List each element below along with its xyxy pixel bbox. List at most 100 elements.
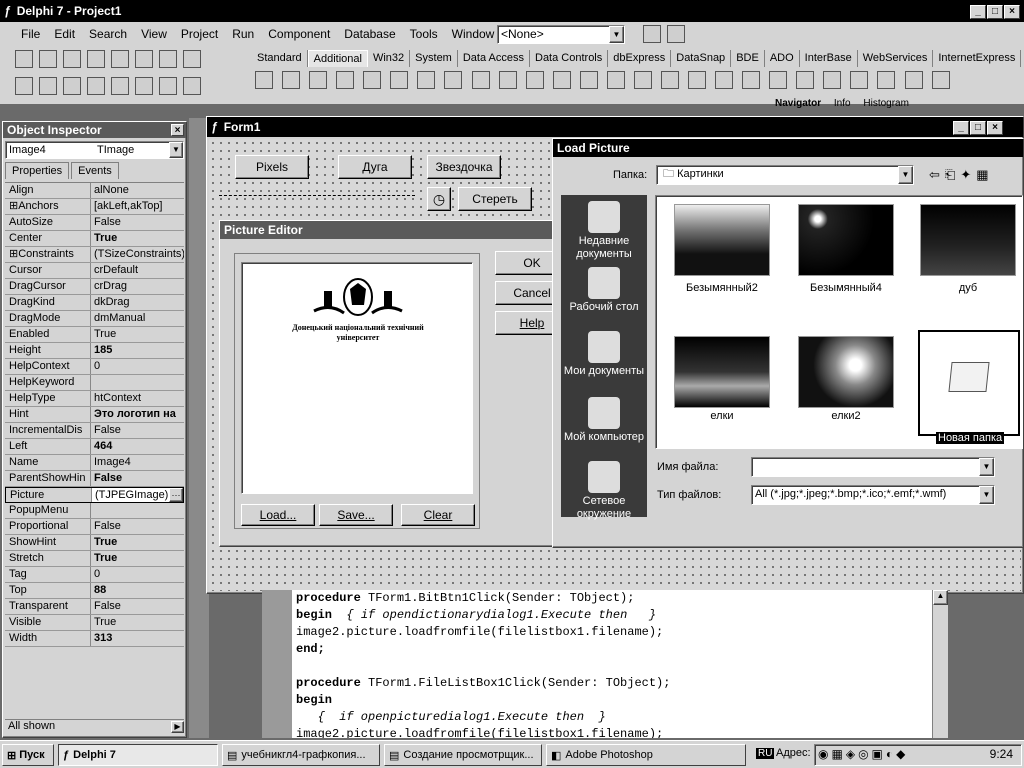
palette-tab[interactable]: Standard bbox=[252, 50, 308, 67]
property-row[interactable]: DragKind dkDrag bbox=[5, 295, 184, 311]
property-row[interactable]: Cursor crDefault bbox=[5, 263, 184, 279]
property-value[interactable]: crDrag bbox=[91, 279, 184, 294]
valuelisteditor-icon[interactable] bbox=[660, 71, 679, 89]
twilightcolormap-icon[interactable] bbox=[904, 71, 923, 89]
customizedlg-icon[interactable] bbox=[931, 71, 950, 89]
places-my-documents[interactable]: Мои документы bbox=[561, 331, 647, 378]
tab-properties[interactable]: Properties bbox=[5, 162, 70, 179]
ellipsis-button[interactable]: ··· bbox=[169, 488, 183, 502]
property-value[interactable]: crDefault bbox=[91, 263, 184, 278]
stringgrid-icon[interactable] bbox=[363, 71, 382, 89]
chevron-down-icon[interactable]: ▼ bbox=[169, 142, 183, 158]
property-row[interactable]: Height 185 bbox=[5, 343, 184, 359]
property-row[interactable]: Enabled True bbox=[5, 327, 184, 343]
new-folder-icon[interactable]: ✦ bbox=[960, 167, 976, 182]
places-recent[interactable]: Недавние документы bbox=[561, 201, 647, 261]
property-value[interactable]: 0 bbox=[91, 359, 184, 374]
pixels-button[interactable]: Pixels bbox=[235, 155, 309, 179]
drawgrid-icon[interactable] bbox=[390, 71, 409, 89]
property-value[interactable]: 464 bbox=[91, 439, 184, 454]
property-value[interactable]: 313 bbox=[91, 631, 184, 646]
property-row[interactable]: Tag 0 bbox=[5, 567, 184, 583]
property-row[interactable]: ⊞Constraints (TSizeConstraints) bbox=[5, 247, 184, 263]
object-selector[interactable]: Image4 TImage ▼ bbox=[5, 141, 184, 159]
form-minimize-button[interactable]: _ bbox=[953, 121, 969, 135]
property-value[interactable]: 88 bbox=[91, 583, 184, 598]
tray-icon[interactable]: ▣ bbox=[872, 747, 886, 761]
zvezdochka-button[interactable]: Звездочка bbox=[427, 155, 501, 179]
property-row[interactable]: Hint Это логотип на bbox=[5, 407, 184, 423]
menu-item[interactable]: Component bbox=[268, 27, 330, 41]
property-row[interactable]: DragCursor crDrag bbox=[5, 279, 184, 295]
property-value[interactable]: Это логотип на bbox=[91, 407, 184, 422]
property-row[interactable]: Proportional False bbox=[5, 519, 184, 535]
chevron-down-icon[interactable]: ▼ bbox=[979, 458, 994, 476]
scroll-up-icon[interactable]: ▲ bbox=[933, 590, 948, 605]
bevel-icon[interactable] bbox=[471, 71, 490, 89]
start-button[interactable]: ⊞ Пуск bbox=[2, 744, 54, 766]
property-value[interactable] bbox=[91, 503, 184, 518]
up-folder-icon[interactable]: ⎗ bbox=[945, 167, 960, 182]
timer-icon[interactable]: ◷ bbox=[427, 187, 451, 211]
duga-button[interactable]: Дуга bbox=[338, 155, 412, 179]
file-item[interactable]: дуб bbox=[914, 204, 1022, 294]
property-value[interactable]: False bbox=[91, 471, 184, 486]
maximize-button[interactable]: □ bbox=[987, 5, 1003, 19]
filename-input[interactable]: ▼ bbox=[751, 457, 995, 477]
actionmanager-icon[interactable] bbox=[769, 71, 788, 89]
new-icon[interactable] bbox=[15, 50, 33, 68]
palette-tab[interactable]: Additional bbox=[307, 50, 368, 67]
property-row[interactable]: Name Image4 bbox=[5, 455, 184, 471]
property-value[interactable]: 185 bbox=[91, 343, 184, 358]
tray-icon[interactable]: ◐ bbox=[886, 747, 896, 761]
code-editor[interactable]: procedure TForm1.BitBtn1Click(Sender: TO… bbox=[292, 590, 932, 738]
property-row[interactable]: HelpKeyword bbox=[5, 375, 184, 391]
trace-into-icon[interactable] bbox=[159, 77, 177, 95]
add-file-icon[interactable] bbox=[135, 50, 153, 68]
chevron-down-icon[interactable]: ▼ bbox=[609, 26, 624, 43]
property-value[interactable] bbox=[91, 375, 184, 390]
menu-item[interactable]: View bbox=[141, 27, 167, 41]
property-value[interactable]: [akLeft,akTop] bbox=[91, 199, 184, 214]
property-value[interactable]: dmManual bbox=[91, 311, 184, 326]
places-desktop[interactable]: Рабочий стол bbox=[561, 267, 647, 314]
component-combo[interactable]: <None> ▼ bbox=[497, 25, 625, 44]
property-value[interactable]: False bbox=[91, 215, 184, 230]
property-value[interactable]: True bbox=[91, 551, 184, 566]
filetype-select[interactable]: All (*.jpg;*.jpeg;*.bmp;*.ico;*.emf;*.wm… bbox=[751, 485, 995, 505]
pointer-icon[interactable] bbox=[255, 71, 273, 89]
property-value[interactable]: True bbox=[91, 535, 184, 550]
image-icon[interactable] bbox=[417, 71, 436, 89]
menu-item[interactable]: File bbox=[21, 27, 40, 41]
controlbar-icon[interactable] bbox=[606, 71, 625, 89]
shape-icon[interactable] bbox=[444, 71, 463, 89]
editor-scrollbar[interactable]: ▲ bbox=[932, 590, 948, 738]
property-value[interactable]: Image4 bbox=[91, 455, 184, 470]
property-row[interactable]: DragMode dmManual bbox=[5, 311, 184, 327]
palette-tab[interactable]: Data Controls bbox=[530, 50, 609, 67]
property-row[interactable]: ShowHint True bbox=[5, 535, 184, 551]
palette-tab[interactable]: Data Access bbox=[458, 50, 530, 67]
folder-combo[interactable]: 🗀 Картинки ▼ bbox=[656, 165, 914, 185]
file-item[interactable]: Безымянный4 bbox=[792, 204, 900, 294]
language-indicator[interactable]: RU bbox=[756, 748, 775, 759]
actiontoolbar-icon[interactable] bbox=[823, 71, 842, 89]
taskbar-item-delphi[interactable]: ƒ Delphi 7 bbox=[58, 744, 218, 766]
help-icon[interactable] bbox=[183, 50, 201, 68]
save-all-icon[interactable] bbox=[87, 50, 105, 68]
run-icon[interactable] bbox=[111, 77, 129, 95]
property-value[interactable]: True bbox=[91, 231, 184, 246]
folder-item[interactable]: Новая папка bbox=[918, 330, 1020, 444]
open-project-icon[interactable] bbox=[111, 50, 129, 68]
pause-icon[interactable] bbox=[135, 77, 153, 95]
chevron-down-icon[interactable]: ▼ bbox=[979, 486, 994, 504]
labelededit-icon[interactable] bbox=[688, 71, 706, 89]
taskbar-item-doc1[interactable]: ▤ учебникгл4-графкопия... bbox=[222, 744, 380, 766]
places-network[interactable]: Сетевое окружение bbox=[561, 461, 647, 521]
property-row[interactable]: HelpContext 0 bbox=[5, 359, 184, 375]
property-row[interactable]: Left 464 bbox=[5, 439, 184, 455]
property-value[interactable]: alNone bbox=[91, 183, 184, 198]
checklistbox-icon[interactable] bbox=[525, 71, 544, 89]
splitter-icon[interactable] bbox=[552, 71, 571, 89]
tray-icon[interactable]: ◈ bbox=[846, 747, 858, 761]
